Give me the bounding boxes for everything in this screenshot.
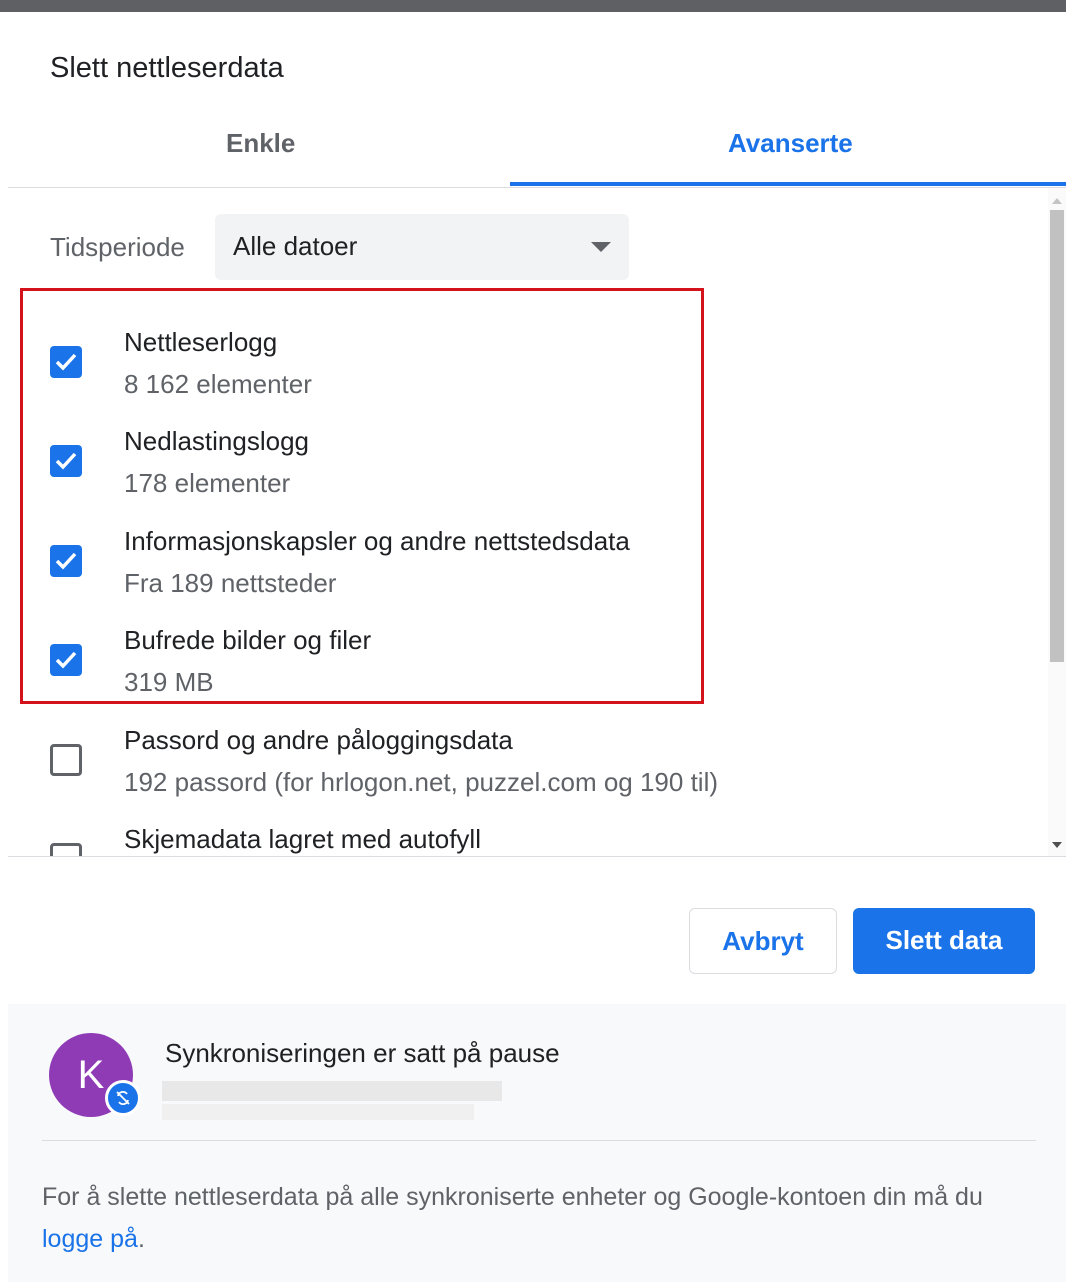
clear-data-button[interactable]: Slett data xyxy=(853,908,1035,974)
option-title: Nettleserlogg xyxy=(124,327,278,357)
window-top-edge xyxy=(0,0,1066,12)
time-range-value: Alle datoer xyxy=(233,231,358,261)
option-subtitle: 319 MB xyxy=(124,667,214,697)
scroll-up-arrow-icon[interactable] xyxy=(1052,198,1062,204)
scroll-thumb[interactable] xyxy=(1050,210,1064,662)
blurred-account-email xyxy=(162,1081,502,1101)
checkbox-passwords[interactable] xyxy=(50,744,82,776)
option-subtitle: 178 elementer xyxy=(124,468,291,498)
option-title: Passord og andre påloggingsdata xyxy=(124,725,513,755)
option-cookies[interactable]: Informasjonskapsler og andre nettstedsda… xyxy=(8,526,1048,622)
time-range-select[interactable]: Alle datoer xyxy=(215,214,629,280)
option-title: Nedlastingslogg xyxy=(124,426,310,456)
option-title: Skjemadata lagret med autofyll xyxy=(124,824,481,854)
option-subtitle: 8 162 elementer xyxy=(124,369,312,399)
tab-basic[interactable]: Enkle xyxy=(226,128,295,159)
option-passwords[interactable]: Passord og andre påloggingsdata 192 pass… xyxy=(8,725,1048,821)
clear-browsing-data-dialog: Slett nettleserdata Enkle Avanserte Tids… xyxy=(8,12,1066,1282)
checkbox-download-history[interactable] xyxy=(50,445,82,477)
checkbox-checked-icon xyxy=(55,452,77,470)
sync-message-end: . xyxy=(137,1225,145,1253)
option-subtitle: 192 passord (for hrlogon.net, puzzel.com… xyxy=(124,767,719,797)
dropdown-caret-icon xyxy=(591,242,611,252)
sync-status: Synkroniseringen er satt på pause xyxy=(165,1038,560,1068)
scroll-down-arrow-icon[interactable] xyxy=(1052,842,1062,848)
option-browsing-history[interactable]: Nettleserlogg 8 162 elementer xyxy=(8,327,1048,423)
checkbox-checked-icon xyxy=(55,651,77,669)
option-download-history[interactable]: Nedlastingslogg 178 elementer xyxy=(8,426,1048,522)
option-title: Informasjonskapsler og andre nettstedsda… xyxy=(124,526,630,556)
sync-footer: K Synkroniseringen er satt på pause For … xyxy=(8,1004,1066,1282)
option-subtitle: Fra 189 nettsteder xyxy=(124,568,337,598)
checkbox-autofill[interactable] xyxy=(50,843,82,856)
option-title: Bufrede bilder og filer xyxy=(124,625,372,655)
dialog-title: Slett nettleserdata xyxy=(50,52,284,84)
checkbox-checked-icon xyxy=(55,353,77,371)
scrollbar[interactable] xyxy=(1048,188,1066,856)
cancel-button[interactable]: Avbryt xyxy=(689,908,837,974)
option-autofill[interactable]: Skjemadata lagret med autofyll xyxy=(8,824,1048,856)
checkbox-cached-files[interactable] xyxy=(50,644,82,676)
option-cached-files[interactable]: Bufrede bilder og filer 319 MB xyxy=(8,625,1048,721)
sign-in-link[interactable]: logge på xyxy=(42,1225,138,1253)
sync-paused-icon xyxy=(116,1091,130,1105)
blurred-account-email-shadow xyxy=(162,1104,474,1120)
sync-message-text: For å slette nettleserdata på alle synkr… xyxy=(42,1183,983,1211)
sync-message: For å slette nettleserdata på alle synkr… xyxy=(42,1176,1032,1260)
tab-selected-indicator xyxy=(510,182,1066,186)
time-range-label: Tidsperiode xyxy=(50,232,185,262)
checkbox-checked-icon xyxy=(55,552,77,570)
checkbox-cookies[interactable] xyxy=(50,545,82,577)
content-divider xyxy=(8,856,1066,857)
sync-paused-badge xyxy=(105,1080,141,1116)
footer-divider xyxy=(42,1140,1036,1141)
advanced-options-panel: Tidsperiode Alle datoer Nettleserlogg 8 … xyxy=(8,188,1066,856)
tab-advanced[interactable]: Avanserte xyxy=(728,128,853,159)
checkbox-browsing-history[interactable] xyxy=(50,346,82,378)
